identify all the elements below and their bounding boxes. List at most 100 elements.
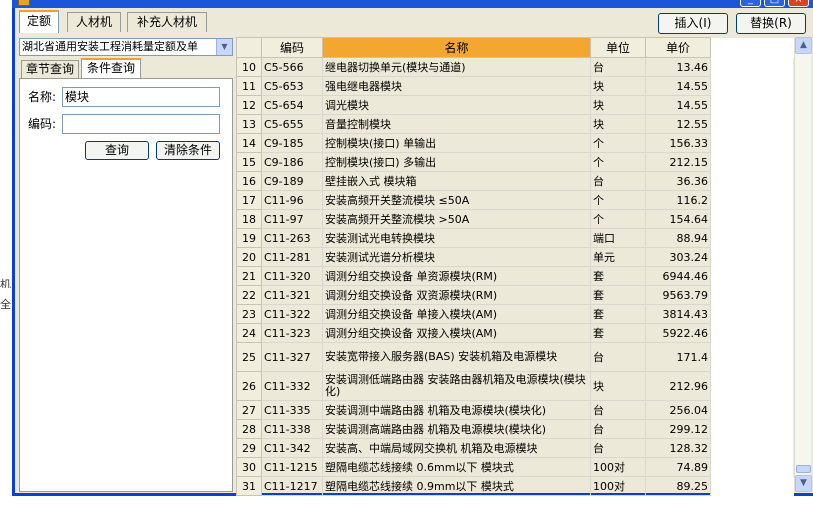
- cell-unit: 台: [590, 400, 646, 420]
- table-row[interactable]: 21 C11-320 调测分组交换设备 单资源模块(RM) 套 6944.46: [236, 266, 794, 286]
- table-row[interactable]: 31 C11-1217 塑隔电缆芯线接续 0.9mm以下 模块式 100对 89.25: [236, 476, 794, 496]
- row-number: 28: [236, 419, 262, 439]
- tab-labor-material-machine[interactable]: 人材机: [67, 12, 121, 32]
- table-row[interactable]: 19 C11-263 安装测试光电转换模块 端口 88.94: [236, 228, 794, 248]
- cell-filler: [710, 266, 794, 286]
- cell-price: 156.33: [645, 133, 711, 153]
- maximize-button[interactable]: □: [764, 0, 785, 7]
- cell-code: C11-321: [261, 285, 323, 305]
- column-header-name[interactable]: 名称: [322, 37, 591, 58]
- table-row[interactable]: 15 C9-186 控制模块(接口) 多输出个 212.15: [236, 152, 794, 172]
- cell-code: C11-96: [261, 190, 323, 210]
- table-row[interactable]: 23 C11-322 调测分组交换设备 单接入模块(AM) 套 3814.43: [236, 304, 794, 324]
- cell-code: C9-189: [261, 171, 323, 191]
- cell-name: 控制模块(接口) 多输出: [322, 152, 591, 172]
- cell-price: 303.24: [645, 247, 711, 267]
- cell-code: C11-320: [261, 266, 323, 286]
- cell-code: C5-566: [261, 57, 323, 77]
- scroll-thumb[interactable]: [796, 465, 811, 473]
- scroll-down-icon[interactable]: ▼: [795, 475, 812, 492]
- row-number: 29: [236, 438, 262, 458]
- query-button[interactable]: 查询: [85, 141, 149, 160]
- close-button[interactable]: ×: [788, 0, 809, 7]
- library-select-value: 湖北省通用安装工程消耗量定额及单: [22, 40, 198, 53]
- cell-name: 安装调测高端路由器 机箱及电源模块(模块化): [322, 419, 591, 439]
- row-number: 13: [236, 114, 262, 134]
- table-row[interactable]: 14 C9-185 控制模块(接口) 单输出个 156.33: [236, 133, 794, 153]
- background-window-text: 全: [0, 298, 11, 310]
- tab-condition-query[interactable]: 条件查询: [81, 58, 141, 78]
- cell-code: C11-1217: [261, 476, 323, 496]
- table-header-row: 编码 名称 单位 单价: [236, 37, 794, 58]
- table-row[interactable]: 25 C11-327 安装宽带接入服务器(BAS) 安装机箱及电源模块台 171.4: [236, 342, 794, 372]
- cell-name: 安装高频开关整流模块 >50A: [322, 209, 591, 229]
- cell-filler: [710, 323, 794, 343]
- row-number: 20: [236, 247, 262, 267]
- cell-name: 强电继电器模块: [322, 76, 591, 96]
- name-input[interactable]: 模块: [62, 87, 220, 107]
- table-row[interactable]: 12 C5-654 调光模块块 14.55: [236, 95, 794, 115]
- column-header-price[interactable]: 单价: [645, 37, 711, 58]
- cell-code: C11-342: [261, 438, 323, 458]
- title-bar: _ □ ×: [12, 0, 813, 8]
- row-number: 31: [236, 476, 262, 496]
- tab-supplement[interactable]: 补充人材机: [127, 12, 207, 32]
- cell-unit: 个: [590, 209, 646, 229]
- cell-price: 212.96: [645, 371, 711, 401]
- clear-conditions-button[interactable]: 清除条件: [156, 141, 220, 160]
- table-row[interactable]: 27 C11-335 安装调测中端路由器 机箱及电源模块(模块化) 台 256.04: [236, 400, 794, 420]
- scroll-up-icon[interactable]: ▲: [795, 37, 812, 54]
- table-row[interactable]: 16 C9-189 壁挂嵌入式 模块箱台 36.36: [236, 171, 794, 191]
- cell-name: 控制模块(接口) 单输出: [322, 133, 591, 153]
- cell-name: 继电器切换单元(模块与通道): [322, 57, 591, 77]
- code-input[interactable]: [62, 114, 220, 134]
- cell-code: C5-655: [261, 114, 323, 134]
- tab-chapter-query[interactable]: 章节查询: [21, 60, 79, 78]
- table-row[interactable]: 30 C11-1215 塑隔电缆芯线接续 0.6mm以下 模块式 100对 74.89: [236, 457, 794, 477]
- row-number: 22: [236, 285, 262, 305]
- table-row[interactable]: 28 C11-338 安装调测高端路由器 机箱及电源模块(模块化) 台 299.12: [236, 419, 794, 439]
- library-select[interactable]: 湖北省通用安装工程消耗量定额及单 ▼: [19, 38, 233, 56]
- table-row[interactable]: 29 C11-342 安装高、中端局域网交换机 机箱及电源模块台 128.32: [236, 438, 794, 458]
- cell-unit: 台: [590, 342, 646, 372]
- table-row[interactable]: 20 C11-281 安装测试光谱分析模块 单元 303.24: [236, 247, 794, 267]
- cell-price: 299.12: [645, 419, 711, 439]
- cell-name: 音量控制模块: [322, 114, 591, 134]
- cell-name: 壁挂嵌入式 模块箱: [322, 171, 591, 191]
- table-row[interactable]: 17 C11-96 安装高频开关整流模块 ≤50A 个 116.2: [236, 190, 794, 210]
- cell-name: 调光模块: [322, 95, 591, 115]
- cell-price: 128.32: [645, 438, 711, 458]
- table-row[interactable]: 22 C11-321 调测分组交换设备 双资源模块(RM) 套 9563.79: [236, 285, 794, 305]
- cell-price: 36.36: [645, 171, 711, 191]
- cell-filler: [710, 95, 794, 115]
- row-number: 12: [236, 95, 262, 115]
- cell-price: 14.55: [645, 95, 711, 115]
- cell-name: 安装高频开关整流模块 ≤50A: [322, 190, 591, 210]
- column-header-unit[interactable]: 单位: [590, 37, 646, 58]
- table-row[interactable]: 18 C11-97 安装高频开关整流模块 >50A 个 154.64: [236, 209, 794, 229]
- table-row[interactable]: 24 C11-323 调测分组交换设备 双接入模块(AM) 套 5922.46: [236, 323, 794, 343]
- cell-filler: [710, 304, 794, 324]
- vertical-scrollbar[interactable]: ▲ ▼: [794, 37, 812, 492]
- cell-filler: [710, 133, 794, 153]
- app-icon: [18, 0, 30, 6]
- cell-unit: 台: [590, 171, 646, 191]
- table-row[interactable]: 26 C11-332 安装调测低端路由器 安装路由器机箱及电源模块(模块化) 块 212…: [236, 371, 794, 401]
- minimize-button[interactable]: _: [740, 0, 761, 7]
- table-row[interactable]: 10 C5-566 继电器切换单元(模块与通道) 台 13.46: [236, 57, 794, 77]
- cell-filler: [710, 76, 794, 96]
- row-number: 18: [236, 209, 262, 229]
- name-label: 名称:: [28, 90, 57, 104]
- cell-filler: [710, 209, 794, 229]
- row-number: 16: [236, 171, 262, 191]
- replace-button[interactable]: 替换(R): [736, 13, 806, 34]
- table-row[interactable]: 13 C5-655 音量控制模块块 12.55: [236, 114, 794, 134]
- insert-button[interactable]: 插入(I): [658, 13, 728, 34]
- table-row[interactable]: 11 C5-653 强电继电器模块块 14.55: [236, 76, 794, 96]
- cell-filler: [710, 400, 794, 420]
- cell-unit: 块: [590, 95, 646, 115]
- cell-name: 调测分组交换设备 双资源模块(RM): [322, 285, 591, 305]
- tab-quota[interactable]: 定额: [19, 10, 59, 33]
- chevron-down-icon[interactable]: ▼: [216, 39, 232, 55]
- column-header-code[interactable]: 编码: [261, 37, 323, 58]
